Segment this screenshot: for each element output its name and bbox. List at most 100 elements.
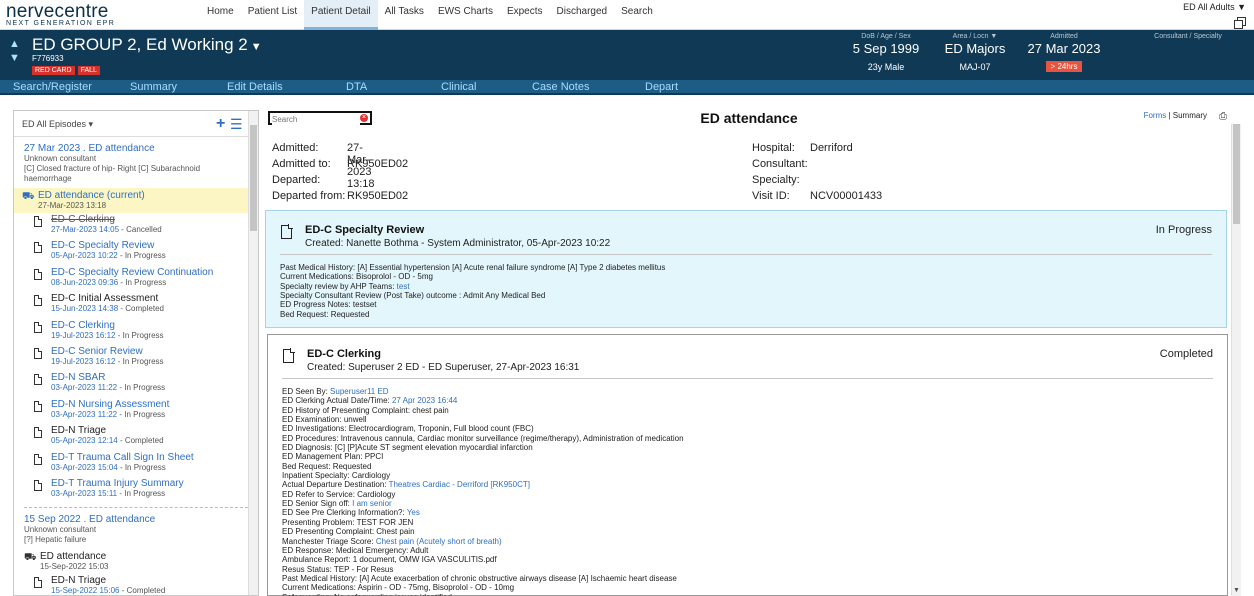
document-item[interactable]: ED-N SBAR 03-Apr-2023 11:22 - In Progres…	[14, 371, 258, 397]
document-item[interactable]: ED-C Clerking 19-Jul-2023 16:12 - In Pro…	[14, 319, 258, 345]
document-card-clerking[interactable]: ED-C Clerking Created: Superuser 2 ED - …	[267, 334, 1228, 596]
episode-title[interactable]: 15 Sep 2022 . ED attendance	[24, 514, 248, 525]
previous-patient-arrow-icon[interactable]: ▲	[9, 37, 20, 51]
document-item[interactable]: ED-T Trauma Call Sign In Sheet 03-Apr-20…	[14, 451, 258, 477]
episodes-sidebar: ED All Episodes ▾ + ☰ 27 Mar 2023 . ED a…	[13, 110, 259, 596]
episode-documents: ED-C Clerking 27-Mar-2023 14:05 - Cancel…	[14, 213, 258, 503]
document-item[interactable]: ED-C Specialty Review Continuation 08-Ju…	[14, 266, 258, 292]
tab-summary[interactable]: Summary	[130, 80, 177, 94]
next-patient-arrow-icon[interactable]: ▼	[9, 51, 20, 65]
nav-expects[interactable]: Expects	[500, 0, 550, 30]
nav-discharged[interactable]: Discharged	[550, 0, 615, 30]
dob-label: DoB / Age / Sex	[861, 33, 911, 40]
top-right-controls: ED All Adults ▼	[1183, 2, 1246, 29]
card-line: ED Presenting Complaint: Chest pain	[282, 527, 1213, 536]
card-line: ED Response: Medical Emergency: Adult	[282, 546, 1213, 555]
nav-all-tasks[interactable]: All Tasks	[378, 0, 431, 30]
nav-home[interactable]: Home	[200, 0, 241, 30]
area-column: Area / Locn ▼ ED Majors MAJ-07	[938, 33, 1012, 72]
forms-link[interactable]: Forms	[1144, 111, 1167, 120]
line-link[interactable]: Superuser11 ED	[330, 387, 389, 396]
line-link[interactable]: I am senior	[352, 499, 392, 508]
dob-column: DoB / Age / Sex 5 Sep 1999 23y Male	[845, 33, 927, 72]
flag-fall[interactable]: FALL	[77, 66, 100, 75]
episode-title[interactable]: 27 Mar 2023 . ED attendance	[24, 143, 248, 154]
document-status: - Completed	[119, 586, 166, 596]
attendance-item-current[interactable]: ⛟ ED attendance (current) 27-Mar-2023 13…	[14, 188, 258, 213]
detail-visit-id: Visit ID: NCV00001433	[752, 190, 882, 202]
tab-edit-details[interactable]: Edit Details	[227, 80, 283, 94]
document-item[interactable]: ED-C Clerking 27-Mar-2023 14:05 - Cancel…	[14, 213, 258, 239]
line-link[interactable]: Chest pain (Acutely short of breath)	[376, 537, 502, 546]
document-date: 15-Jun-2023 14:38 - Completed	[51, 304, 258, 313]
card-line: ED Senior Sign off: I am senior	[282, 499, 1213, 508]
page-title: ED attendance	[700, 110, 798, 126]
ambulance-icon: ⛟	[22, 191, 35, 202]
document-item[interactable]: ED-C Senior Review 19-Jul-2023 16:12 - I…	[14, 345, 258, 371]
patient-menu-caret-icon[interactable]: ▼	[251, 41, 262, 53]
document-name: ED-C Specialty Review	[51, 240, 155, 252]
detail-admitted: Admitted: 27-Mar-2023 13:18	[272, 142, 375, 190]
tab-depart[interactable]: Depart	[645, 80, 678, 94]
line-link[interactable]: 27 Apr 2023 16:44	[392, 396, 457, 405]
line-label: Safeguarding:	[282, 593, 334, 596]
nav-patient-detail[interactable]: Patient Detail	[304, 0, 378, 30]
dob-value: 5 Sep 1999	[852, 41, 920, 56]
document-item[interactable]: ED-N Triage 05-Apr-2023 12:14 - Complete…	[14, 424, 258, 450]
list-menu-icon[interactable]: ☰	[230, 116, 243, 133]
add-icon[interactable]: +	[216, 115, 225, 133]
ambulance-icon: ⛟	[24, 552, 37, 564]
print-icon[interactable]: ⎙	[1219, 111, 1227, 122]
main-scroll-thumb[interactable]	[1233, 124, 1240, 224]
document-name: ED-T Trauma Injury Summary	[51, 477, 184, 489]
line-label: Bed Request:	[282, 461, 333, 471]
nav-patient-list[interactable]: Patient List	[241, 0, 304, 30]
window-restore-icon[interactable]	[1234, 17, 1246, 29]
line-link[interactable]: Yes	[407, 508, 420, 517]
line-value: [C] [P]Acute ST segment elevation myocar…	[334, 443, 533, 453]
attendance-item[interactable]: ⛟ ED attendance 15-Sep-2022 15:03	[14, 549, 258, 574]
nervecentre-logo[interactable]: nervecentre NEXT GENERATION EPR	[6, 1, 115, 27]
document-card-specialty-review[interactable]: ED-C Specialty Review Created: Nanette B…	[265, 210, 1227, 328]
area-label[interactable]: Area / Locn ▼	[938, 33, 1012, 40]
detail-label: Specialty:	[752, 174, 800, 186]
document-icon	[283, 348, 295, 363]
document-icon	[34, 577, 42, 589]
line-link[interactable]: Theatres Cardiac - Derriford [RK950CT]	[389, 480, 530, 489]
sidebar-scroll-thumb[interactable]	[250, 125, 257, 231]
document-date: 03-Apr-2023 11:22 - In Progress	[51, 410, 258, 419]
card-title: ED-C Specialty Review	[305, 224, 425, 236]
patient-name[interactable]: ED GROUP 2, Ed Working 2 ▼	[32, 35, 262, 55]
document-date-text: 03-Apr-2023 11:22	[51, 409, 118, 419]
flag-red-card[interactable]: RED CARD	[32, 66, 75, 75]
detail-label: Admitted:	[272, 142, 319, 154]
line-value: testset	[352, 300, 377, 310]
ward-selector[interactable]: ED All Adults ▼	[1183, 2, 1246, 12]
line-label: Current Medications:	[280, 272, 357, 282]
main-scrollbar[interactable]: ▼	[1231, 124, 1241, 596]
line-value: [A] Acute exacerbation of chronic obstru…	[359, 573, 677, 583]
sidebar-scrollbar[interactable]	[248, 111, 258, 595]
tab-search-register[interactable]: Search/Register	[13, 80, 92, 94]
tab-case-notes[interactable]: Case Notes	[532, 80, 589, 94]
tab-clinical[interactable]: Clinical	[441, 80, 476, 94]
line-link[interactable]: test	[397, 282, 410, 291]
nav-ews-charts[interactable]: EWS Charts	[431, 0, 500, 30]
line-value: Medical Emergency: Adult	[335, 545, 429, 555]
document-name: ED-N Nursing Assessment	[51, 398, 170, 410]
document-item[interactable]: ED-C Specialty Review 05-Apr-2023 10:22 …	[14, 239, 258, 265]
attendance-name: ED attendance	[40, 551, 107, 563]
tab-dta[interactable]: DTA	[346, 80, 367, 94]
episodes-filter-dropdown[interactable]: ED All Episodes ▾	[22, 119, 93, 130]
attendance-name: ED attendance (current)	[38, 190, 145, 201]
nav-search[interactable]: Search	[614, 0, 660, 30]
document-item[interactable]: ED-N Nursing Assessment 03-Apr-2023 11:2…	[14, 398, 258, 424]
document-name: ED-N SBAR	[51, 372, 106, 384]
document-item[interactable]: ED-T Trauma Injury Summary 03-Apr-2023 1…	[14, 477, 258, 503]
detail-value: RK950ED02	[347, 190, 409, 202]
document-item[interactable]: ED-C Initial Assessment 15-Jun-2023 14:3…	[14, 292, 258, 318]
line-label: ED Seen By:	[282, 387, 331, 396]
document-item[interactable]: ED-N Triage 15-Sep-2022 15:06 - Complete…	[14, 574, 258, 596]
summary-link[interactable]: Summary	[1173, 111, 1207, 120]
scroll-down-arrow-icon[interactable]: ▼	[1233, 587, 1240, 594]
